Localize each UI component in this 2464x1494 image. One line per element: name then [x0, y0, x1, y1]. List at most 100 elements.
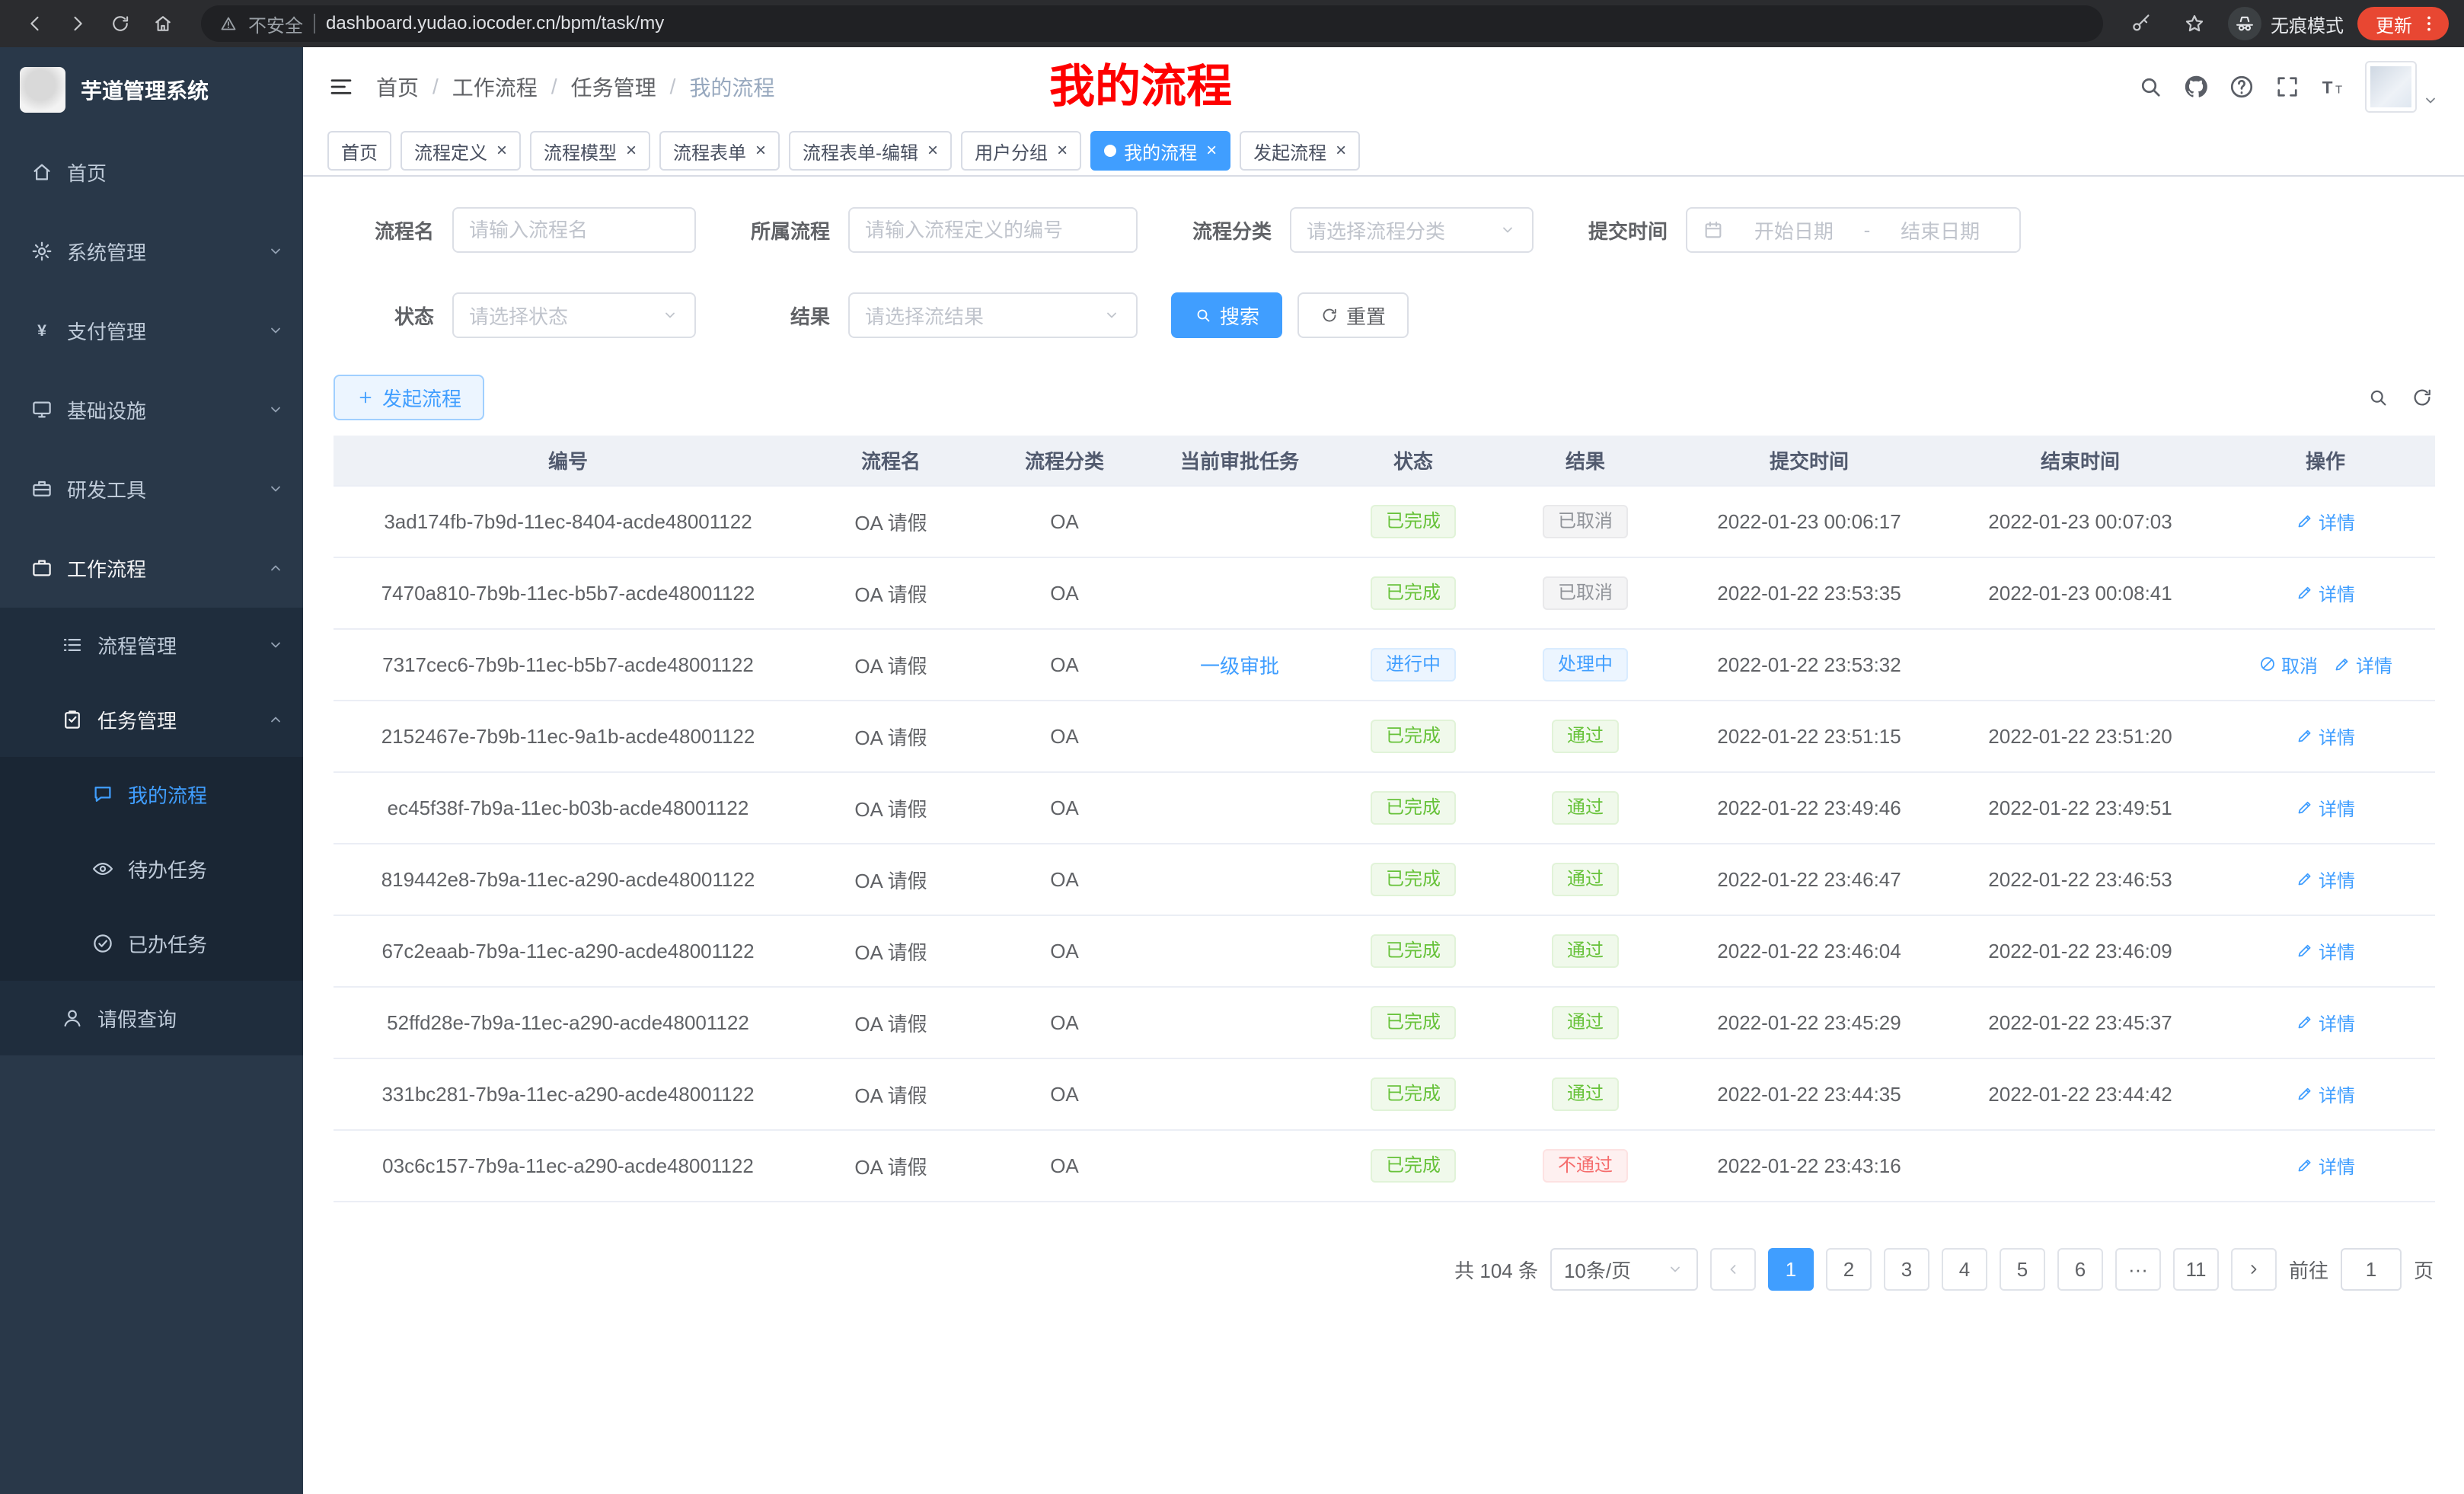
search-icon[interactable] — [2137, 73, 2164, 101]
app-logo[interactable]: 芋道管理系统 — [0, 47, 303, 132]
font-size-icon[interactable] — [2319, 73, 2347, 101]
process-definition-input[interactable] — [848, 207, 1138, 253]
help-icon[interactable] — [2228, 73, 2255, 101]
reload-button[interactable] — [101, 4, 140, 43]
avatar-image — [2370, 66, 2411, 107]
submit-time-range-picker[interactable]: 开始日期 - 结束日期 — [1686, 207, 2021, 253]
cell-submit-time: 2022-01-22 23:53:32 — [1674, 629, 1945, 701]
tab-start-process[interactable]: 发起流程× — [1240, 131, 1360, 171]
cancel-link[interactable]: 取消 — [2258, 651, 2318, 678]
fullscreen-icon[interactable] — [2274, 73, 2301, 101]
sidebar-fold-button[interactable] — [327, 73, 355, 101]
edit-pen-icon — [2296, 1084, 2314, 1103]
detail-link[interactable]: 详情 — [2296, 723, 2355, 749]
more-pages-button[interactable]: ··· — [2115, 1248, 2161, 1291]
status-badge: 已完成 — [1371, 863, 1456, 896]
detail-link[interactable]: 详情 — [2296, 866, 2355, 892]
page-button[interactable]: 6 — [2057, 1248, 2103, 1291]
search-button[interactable]: 搜索 — [1171, 292, 1282, 338]
cell-current-task — [1150, 701, 1329, 772]
sidebar-item-infrastructure[interactable]: 基础设施 — [0, 370, 303, 449]
sidebar-item-devtools[interactable]: 研发工具 — [0, 449, 303, 528]
tab-close-icon[interactable]: × — [626, 142, 637, 160]
tab-process-model[interactable]: 流程模型× — [530, 131, 650, 171]
sidebar-item-my-process[interactable]: 我的流程 — [0, 757, 303, 832]
sidebar-item-task-management[interactable]: 任务管理 — [0, 682, 303, 757]
password-key-icon[interactable] — [2121, 4, 2161, 43]
refresh-icon — [1320, 306, 1339, 324]
address-bar[interactable]: 不安全 dashboard.yudao.iocoder.cn/bpm/task/… — [201, 5, 2103, 42]
tab-close-icon[interactable]: × — [496, 142, 507, 160]
tab-close-icon[interactable]: × — [1336, 142, 1346, 160]
page-button[interactable]: 5 — [2000, 1248, 2045, 1291]
cell-process-name: OA 请假 — [803, 772, 979, 844]
sidebar-item-done-tasks[interactable]: 已办任务 — [0, 906, 303, 981]
tab-close-icon[interactable]: × — [927, 142, 938, 160]
status-select[interactable]: 请选择状态 — [452, 292, 696, 338]
detail-link[interactable]: 详情 — [2296, 579, 2355, 606]
sidebar-item-payment[interactable]: 支付管理 — [0, 291, 303, 370]
tab-home[interactable]: 首页 — [327, 131, 391, 171]
detail-link[interactable]: 详情 — [2296, 1009, 2355, 1036]
toggle-search-icon[interactable] — [2367, 386, 2389, 409]
page-button[interactable]: 1 — [1768, 1248, 1814, 1291]
detail-link[interactable]: 详情 — [2333, 651, 2392, 678]
page-suffix-label: 页 — [2414, 1256, 2434, 1284]
refresh-table-icon[interactable] — [2411, 386, 2434, 409]
start-process-button[interactable]: 发起流程 — [334, 375, 484, 420]
update-menu-button[interactable]: 更新 — [2357, 7, 2449, 40]
calendar-icon — [1703, 219, 1724, 241]
page-button[interactable]: 4 — [1942, 1248, 1987, 1291]
current-task-link[interactable]: 一级审批 — [1200, 655, 1279, 678]
detail-link[interactable]: 详情 — [2296, 794, 2355, 821]
bookmark-star-icon[interactable] — [2175, 4, 2214, 43]
sidebar-item-process-management[interactable]: 流程管理 — [0, 608, 303, 682]
detail-link[interactable]: 详情 — [2296, 937, 2355, 964]
clipboard-check-icon — [61, 708, 84, 731]
cell-process-name: OA 请假 — [803, 1130, 979, 1202]
next-page-button[interactable] — [2231, 1248, 2277, 1291]
page-button[interactable]: 2 — [1826, 1248, 1872, 1291]
prev-page-button[interactable] — [1710, 1248, 1756, 1291]
breadcrumb-item[interactable]: 首页 — [376, 72, 419, 102]
tab-close-icon[interactable]: × — [1057, 142, 1068, 160]
sidebar-item-workflow[interactable]: 工作流程 — [0, 528, 303, 608]
tab-process-form[interactable]: 流程表单× — [659, 131, 780, 171]
goto-page-input[interactable] — [2341, 1248, 2402, 1291]
sidebar-item-home[interactable]: 首页 — [0, 132, 303, 212]
sidebar-item-leave-query[interactable]: 请假查询 — [0, 981, 303, 1055]
tab-close-icon[interactable]: × — [755, 142, 766, 160]
breadcrumb-item[interactable]: 任务管理 — [571, 72, 656, 102]
cell-submit-time: 2022-01-22 23:45:29 — [1674, 987, 1945, 1058]
category-select[interactable]: 请选择流程分类 — [1290, 207, 1534, 253]
reset-button[interactable]: 重置 — [1297, 292, 1409, 338]
page-button[interactable]: 11 — [2173, 1248, 2219, 1291]
detail-link[interactable]: 详情 — [2296, 1152, 2355, 1179]
tab-close-icon[interactable]: × — [1206, 142, 1217, 160]
tab-process-definition[interactable]: 流程定义× — [401, 131, 521, 171]
table-row: 3ad174fb-7b9d-11ec-8404-acde48001122 OA … — [334, 486, 2435, 557]
cell-category: OA — [979, 915, 1150, 987]
browser-window: 不安全 dashboard.yudao.iocoder.cn/bpm/task/… — [0, 0, 2464, 1494]
sidebar-item-system[interactable]: 系统管理 — [0, 212, 303, 291]
cell-actions: 详情 — [2216, 1058, 2435, 1130]
home-button[interactable] — [143, 4, 183, 43]
sidebar-item-todo-tasks[interactable]: 待办任务 — [0, 832, 303, 906]
forward-button[interactable] — [58, 4, 97, 43]
col-actions: 操作 — [2216, 436, 2435, 486]
github-icon[interactable] — [2182, 73, 2210, 101]
detail-link[interactable]: 详情 — [2296, 508, 2355, 535]
breadcrumb-item[interactable]: 工作流程 — [452, 72, 538, 102]
cell-category: OA — [979, 629, 1150, 701]
back-button[interactable] — [15, 4, 55, 43]
process-name-input[interactable] — [452, 207, 696, 253]
user-avatar[interactable] — [2365, 61, 2440, 113]
page-button[interactable]: 3 — [1884, 1248, 1929, 1291]
result-select[interactable]: 请选择流结果 — [848, 292, 1138, 338]
toolbox-icon — [30, 477, 53, 500]
tab-user-group[interactable]: 用户分组× — [961, 131, 1081, 171]
tab-process-form-edit[interactable]: 流程表单-编辑× — [789, 131, 952, 171]
detail-link[interactable]: 详情 — [2296, 1081, 2355, 1107]
page-size-select[interactable]: 10条/页 — [1550, 1248, 1698, 1291]
tab-my-process[interactable]: 我的流程× — [1090, 131, 1230, 171]
